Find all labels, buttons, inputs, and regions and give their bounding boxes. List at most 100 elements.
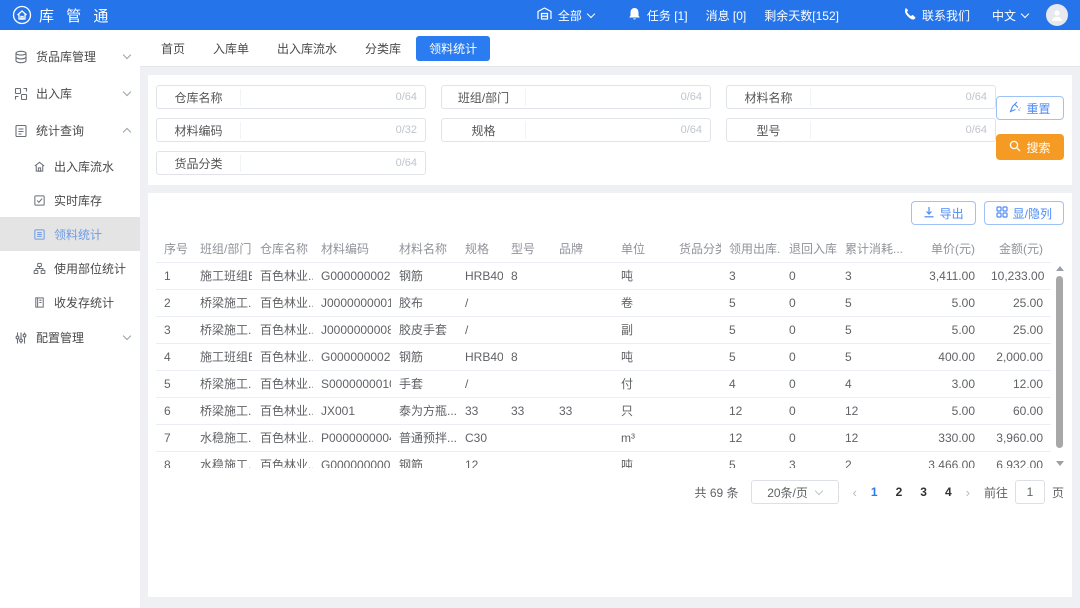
table-cell: m³ [613, 424, 671, 451]
total-count: 共 69 条 [695, 484, 739, 501]
tasks-item[interactable]: 任务 [1] [628, 7, 688, 24]
sidebar-item-material-stats[interactable]: 领料统计 [0, 217, 140, 251]
table-cell: 5.00 [909, 316, 983, 343]
app-title: 库 管 通 [39, 5, 112, 26]
table-cell: 0 [781, 343, 837, 370]
org-chart-icon [32, 261, 46, 275]
table-cell: 3,411.00 [909, 262, 983, 289]
contact-us[interactable]: 联系我们 [903, 7, 970, 24]
boxes-icon [14, 87, 28, 101]
scroll-up-arrow-icon[interactable] [1056, 266, 1064, 271]
export-button[interactable]: 导出 [911, 201, 976, 225]
tab-inbound-order[interactable]: 入库单 [200, 36, 262, 61]
sidebar-item-statistics-query[interactable]: 统计查询 [0, 112, 140, 149]
prev-page-button[interactable]: ‹ [851, 485, 859, 500]
scroll-down-arrow-icon[interactable] [1056, 461, 1064, 466]
vertical-scrollbar[interactable] [1054, 264, 1064, 468]
page-number-1[interactable]: 1 [871, 485, 878, 499]
form-buttons: 重置 搜索 [996, 85, 1067, 175]
column-header: 材料名称 [391, 235, 457, 262]
table-cell [503, 289, 551, 316]
column-header: 仓库名称 [252, 235, 313, 262]
page-number-3[interactable]: 3 [920, 485, 927, 499]
table-cell: 卷 [613, 289, 671, 316]
table-cell: G0000000003 [313, 451, 391, 468]
model-field[interactable]: 型号 0/64 [726, 118, 996, 142]
material-code-field[interactable]: 材料编码 0/32 [156, 118, 426, 142]
field-counter: 0/64 [396, 91, 425, 103]
table-cell: 百色林业... [252, 289, 313, 316]
table-cell: 3 [781, 451, 837, 468]
table-cell: G000000002... [313, 343, 391, 370]
contact-label: 联系我们 [922, 7, 970, 24]
sidebar-item-realtime-stock[interactable]: 实时库存 [0, 183, 140, 217]
chevron-down-icon [1021, 9, 1029, 17]
table-cell: 8 [503, 262, 551, 289]
table-cell: 4 [156, 343, 192, 370]
tab-material-stats[interactable]: 领料统计 [416, 36, 490, 61]
table-cell [551, 289, 613, 316]
table-cell [551, 262, 613, 289]
table-cell: 8 [503, 343, 551, 370]
tab-inout-flow[interactable]: 出入库流水 [264, 36, 350, 61]
table-cell: 8 [156, 451, 192, 468]
search-button[interactable]: 搜索 [996, 134, 1064, 160]
language-selector[interactable]: 中文 [992, 7, 1028, 24]
show-hide-columns-button[interactable]: 显/隐列 [984, 201, 1064, 225]
table-cell: 水稳施工... [192, 451, 252, 468]
sidebar-item-label: 收发存统计 [54, 294, 114, 311]
coins-icon [14, 50, 28, 64]
table-cell [551, 424, 613, 451]
sidebar-item-goods-management[interactable]: 货品库管理 [0, 38, 140, 75]
sidebar-item-config-management[interactable]: 配置管理 [0, 319, 140, 356]
team-department-field[interactable]: 班组/部门 0/64 [441, 85, 711, 109]
table-cell: 25.00 [983, 316, 1051, 343]
sidebar-item-usage-location-stats[interactable]: 使用部位统计 [0, 251, 140, 285]
table-cell [671, 397, 721, 424]
table-cell: HRB40... [457, 262, 503, 289]
table-cell: 6 [156, 397, 192, 424]
sidebar-item-inout-flow[interactable]: 出入库流水 [0, 149, 140, 183]
table-cell: 0 [781, 424, 837, 451]
page-size-select[interactable]: 20条/页 [751, 480, 839, 504]
table-cell: 0 [781, 397, 837, 424]
specification-field[interactable]: 规格 0/64 [441, 118, 711, 142]
tab-category-store[interactable]: 分类库 [352, 36, 414, 61]
scrollbar-thumb[interactable] [1056, 276, 1063, 448]
warehouse-name-field[interactable]: 仓库名称 0/64 [156, 85, 426, 109]
tab-home[interactable]: 首页 [148, 36, 198, 61]
language-label: 中文 [992, 7, 1016, 24]
field-label: 材料编码 [157, 122, 241, 139]
page-number-4[interactable]: 4 [945, 485, 952, 499]
column-header: 材料编码 [313, 235, 391, 262]
table-cell: 百色林业... [252, 262, 313, 289]
sidebar-item-receipt-dispatch-stats[interactable]: 收发存统计 [0, 285, 140, 319]
table-cell [503, 370, 551, 397]
column-header: 品牌 [551, 235, 613, 262]
page-number-2[interactable]: 2 [896, 485, 903, 499]
table-cell [551, 451, 613, 468]
sidebar-item-label: 领料统计 [54, 226, 102, 243]
warehouse-selector[interactable]: 全部 [537, 7, 594, 24]
table-row: 1施工班组E百色林业...G000000002...钢筋HRB40...8吨30… [156, 262, 1051, 289]
sidebar: 货品库管理 出入库 统计查询 出入库流水 [0, 30, 140, 608]
field-counter: 0/64 [681, 91, 710, 103]
sidebar-item-in-out[interactable]: 出入库 [0, 75, 140, 112]
table-cell: 12 [837, 397, 909, 424]
goto-page-input[interactable] [1015, 480, 1045, 504]
pagination: 共 69 条 20条/页 ‹ 1 2 3 4 › 前往 页 [156, 468, 1064, 504]
table-cell: 330.00 [909, 424, 983, 451]
goto-page: 前往 页 [984, 480, 1064, 504]
user-avatar[interactable] [1046, 4, 1068, 26]
messages-item[interactable]: 消息 [0] [706, 7, 747, 24]
table-cell: 10,233.00 [983, 262, 1051, 289]
material-name-field[interactable]: 材料名称 0/64 [726, 85, 996, 109]
table-cell: 桥梁施工... [192, 397, 252, 424]
inventory-check-icon [32, 193, 46, 207]
goods-category-field[interactable]: 货品分类 0/64 [156, 151, 426, 175]
column-header: 货品分类 [671, 235, 721, 262]
field-counter: 0/64 [966, 124, 995, 136]
table-cell: S0000000010 [313, 370, 391, 397]
reset-button[interactable]: 重置 [996, 96, 1064, 120]
next-page-button[interactable]: › [964, 485, 972, 500]
